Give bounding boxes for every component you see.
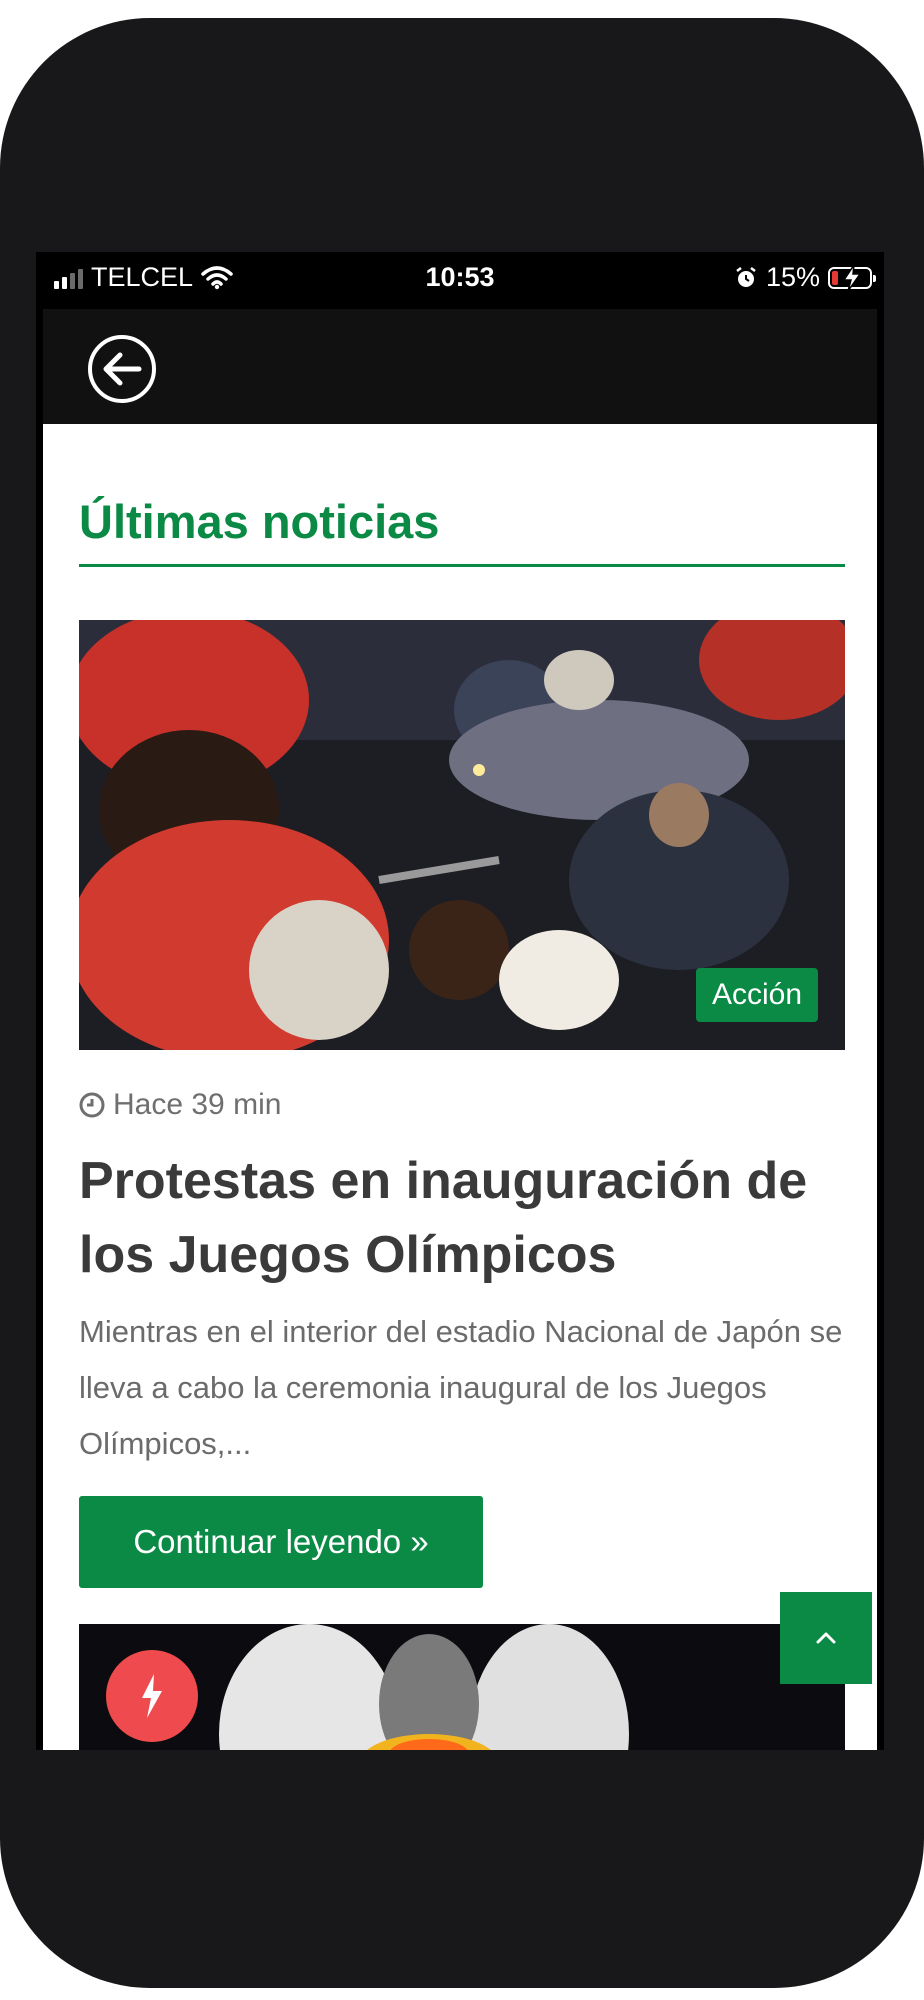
status-right: 15% [734,262,876,293]
category-badge[interactable]: Acción [695,968,818,1022]
article-meta: Hace 39 min [79,1088,281,1122]
back-arrow-icon [88,335,156,403]
battery-percent: 15% [765,262,820,292]
section-divider [79,564,845,567]
news-content: Últimas noticias Acción Hace 39 min Prot… [43,424,877,1750]
chevron-up-icon [816,1632,836,1644]
section-title: Últimas noticias [79,495,440,548]
back-button[interactable] [87,334,157,404]
article-excerpt: Mientras en el interior del estadio Naci… [79,1314,843,1461]
scroll-to-top-button[interactable] [780,1592,872,1684]
lightning-icon [142,1674,162,1718]
article-time: Hace 39 min [113,1088,282,1121]
article-image[interactable]: Acción [79,620,845,1050]
continue-reading-button[interactable]: Continuar leyendo » [79,1496,483,1588]
battery-icon [828,264,876,291]
app-bar [43,309,877,424]
clock-icon [79,1092,105,1118]
flash-button[interactable] [106,1650,198,1742]
alarm-icon [736,266,756,287]
article-headline[interactable]: Protestas en inauguración de los Juegos … [79,1144,845,1292]
status-bar: TELCEL 10:53 15% [36,252,884,306]
phone-screen: TELCEL 10:53 15% Últimas noticias Acción… [36,252,884,1750]
